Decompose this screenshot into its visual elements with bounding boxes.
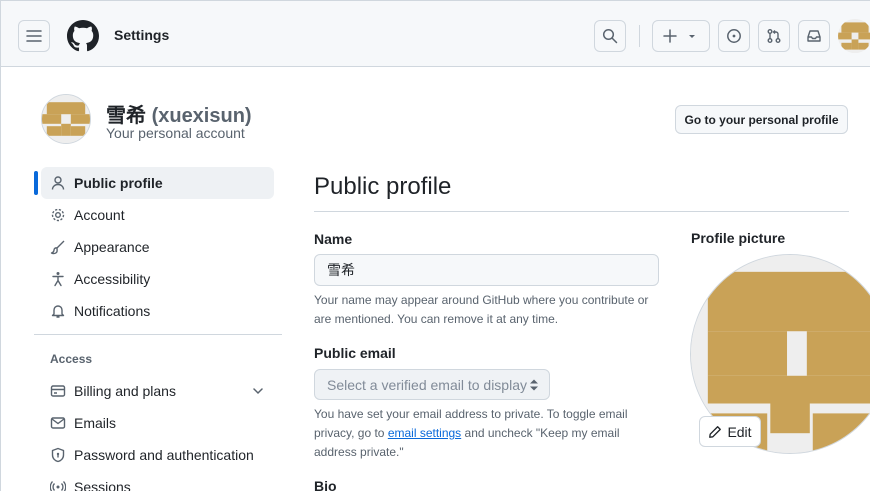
profile-picture-label: Profile picture: [691, 230, 786, 246]
sidebar-item-label: Account: [74, 207, 125, 223]
public-email-select[interactable]: Select a verified email to display: [314, 369, 550, 400]
inbox-button[interactable]: [798, 20, 830, 52]
create-new-button[interactable]: [652, 20, 710, 52]
sidebar-divider: [34, 334, 282, 335]
sidebar-item-account[interactable]: Account: [41, 199, 274, 231]
github-logo-icon[interactable]: [67, 20, 99, 52]
sidebar-item-label: Notifications: [74, 303, 151, 319]
user-avatar-menu[interactable]: [838, 19, 870, 53]
sidebar-item-accessibility[interactable]: Accessibility: [41, 263, 274, 295]
hamburger-icon: [26, 30, 42, 42]
paintbrush-icon: [50, 239, 66, 255]
public-email-label: Public email: [314, 345, 396, 361]
account-subtitle: Your personal account: [106, 125, 245, 141]
edit-picture-button[interactable]: Edit: [699, 416, 761, 447]
sidebar-item-billing[interactable]: Billing and plans: [41, 375, 274, 407]
sidebar-item-public-profile[interactable]: Public profile: [41, 167, 274, 199]
name-help-text: Your name may appear around GitHub where…: [314, 293, 649, 326]
sidebar-item-label: Accessibility: [74, 271, 151, 287]
sidebar-item-password[interactable]: Password and authentication: [41, 439, 274, 471]
edit-label: Edit: [727, 423, 752, 440]
issue-opened-icon: [727, 29, 741, 43]
issues-button[interactable]: [718, 20, 750, 52]
email-help-text: You have set your email address to priva…: [314, 405, 659, 462]
broadcast-icon: [50, 479, 66, 491]
sidebar-item-label: Sessions: [74, 479, 131, 491]
plus-icon: [663, 29, 677, 43]
identicon-icon: [838, 19, 870, 53]
bio-label: Bio: [314, 478, 337, 491]
person-icon: [50, 175, 66, 191]
git-pull-request-icon: [767, 29, 781, 43]
sidebar-heading-access: Access: [50, 352, 93, 366]
page-context-title: Settings: [114, 27, 170, 43]
chevron-down-icon[interactable]: [250, 383, 266, 399]
sidebar-item-label: Password and authentication: [74, 447, 254, 463]
page-title: Public profile: [314, 173, 452, 200]
name-field[interactable]: 雪希: [314, 254, 659, 286]
select-placeholder: Select a verified email to display: [327, 376, 527, 393]
search-icon: [602, 28, 618, 44]
sidebar-item-emails[interactable]: Emails: [41, 407, 274, 439]
menu-button[interactable]: [18, 20, 50, 52]
gear-icon: [50, 207, 66, 223]
go-to-profile-button[interactable]: Go to your personal profile: [675, 105, 848, 134]
accessibility-icon: [50, 271, 66, 287]
shield-lock-icon: [50, 447, 66, 463]
active-indicator: [34, 171, 38, 195]
sidebar-item-sessions[interactable]: Sessions: [41, 471, 274, 491]
inbox-icon: [807, 30, 821, 42]
account-name: 雪希 (xuexisun): [106, 99, 252, 128]
identicon-icon: [42, 95, 90, 143]
display-name: 雪希: [106, 105, 146, 127]
bell-icon: [50, 303, 66, 319]
account-avatar: [41, 94, 91, 144]
sidebar-item-notifications[interactable]: Notifications: [41, 295, 274, 327]
title-divider: [314, 211, 849, 212]
sidebar-item-label: Public profile: [74, 175, 163, 191]
mail-icon: [50, 415, 66, 431]
pull-requests-button[interactable]: [758, 20, 790, 52]
sidebar-item-label: Appearance: [74, 239, 150, 255]
sidebar-item-appearance[interactable]: Appearance: [41, 231, 274, 263]
search-button[interactable]: [594, 20, 626, 52]
app-header: Settings: [1, 0, 870, 67]
select-arrows-icon: [530, 379, 538, 391]
triangle-down-icon: [689, 35, 695, 38]
header-divider: [639, 25, 640, 47]
name-label: Name: [314, 231, 353, 247]
credit-card-icon: [50, 383, 66, 399]
pencil-icon: [709, 425, 722, 438]
sidebar-item-label: Billing and plans: [74, 383, 176, 399]
sidebar-item-label: Emails: [74, 415, 117, 431]
email-settings-link[interactable]: email settings: [388, 426, 461, 440]
login-name: (xuexisun): [151, 105, 252, 127]
